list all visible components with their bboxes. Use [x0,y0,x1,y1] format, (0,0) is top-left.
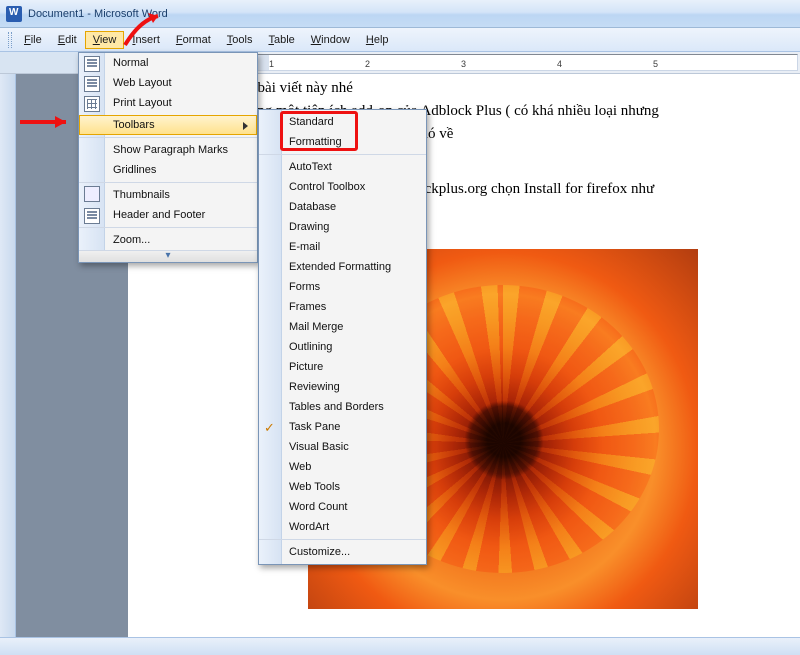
menu-item-show-paragraph-marks[interactable]: Show Paragraph Marks [79,137,257,160]
menu-item-web-layout[interactable]: Web Layout [79,73,257,93]
toolbars-item[interactable]: ✓Task Pane [259,417,426,437]
web-layout-icon [84,76,100,92]
check-icon: ✓ [264,420,280,436]
toolbars-item[interactable]: WordArt [259,517,426,537]
statusbar [0,637,800,655]
print-layout-icon [84,96,100,112]
menu-item-header-footer[interactable]: Header and Footer [79,205,257,225]
toolbars-item[interactable]: Formatting [259,132,426,152]
toolbars-submenu: StandardFormattingAutoTextControl Toolbo… [258,109,427,565]
toolbars-item[interactable]: Reviewing [259,377,426,397]
submenu-arrow-icon [243,122,248,130]
toolbars-item[interactable]: Picture [259,357,426,377]
toolbars-item[interactable]: Customize... [259,539,426,562]
menu-file[interactable]: File [16,31,50,49]
toolbars-item[interactable]: Drawing [259,217,426,237]
header-footer-icon [84,208,100,224]
ruler-tick: 1 [269,59,274,69]
normal-view-icon [84,56,100,72]
toolbars-item[interactable]: Standard [259,112,426,132]
toolbars-item[interactable]: Web [259,457,426,477]
toolbars-item[interactable]: Tables and Borders [259,397,426,417]
toolbars-item[interactable]: Database [259,197,426,217]
menu-item-zoom[interactable]: Zoom... [79,227,257,250]
menu-help[interactable]: Help [358,31,397,49]
menu-expand-chevron-icon[interactable]: ▾ [79,250,257,262]
ruler-tick: 5 [653,59,658,69]
menu-format[interactable]: Format [168,31,219,49]
toolbars-item[interactable]: Extended Formatting [259,257,426,277]
menu-table[interactable]: Table [260,31,302,49]
ruler-tick: 2 [365,59,370,69]
toolbar-grip-icon[interactable] [8,32,12,48]
menu-item-thumbnails[interactable]: Thumbnails [79,182,257,205]
window-title: Document1 - Microsoft Word [28,8,168,20]
menu-tools[interactable]: Tools [219,31,261,49]
menu-window[interactable]: Window [303,31,358,49]
toolbars-item[interactable]: Forms [259,277,426,297]
toolbars-item[interactable]: Control Toolbox [259,177,426,197]
thumbnails-icon [84,186,100,202]
toolbars-item[interactable]: Mail Merge [259,317,426,337]
toolbars-item[interactable]: Word Count [259,497,426,517]
toolbars-item[interactable]: AutoText [259,154,426,177]
toolbars-item[interactable]: E-mail [259,237,426,257]
toolbars-item[interactable]: Web Tools [259,477,426,497]
view-dropdown-menu: Normal Web Layout Print Layout Toolbars … [78,52,258,263]
menu-item-toolbars[interactable]: Toolbars [79,115,257,135]
menu-view[interactable]: View [85,31,125,49]
vertical-toolbar[interactable] [0,74,16,637]
menu-item-gridlines[interactable]: Gridlines [79,160,257,180]
menu-edit[interactable]: Edit [50,31,85,49]
toolbars-item[interactable]: Frames [259,297,426,317]
titlebar: Document1 - Microsoft Word [0,0,800,28]
toolbars-item[interactable]: Visual Basic [259,437,426,457]
word-app-icon [6,6,22,22]
menu-insert[interactable]: Insert [124,31,168,49]
menubar: File Edit View Insert Format Tools Table… [0,28,800,52]
toolbars-item[interactable]: Outlining [259,337,426,357]
menu-item-normal[interactable]: Normal [79,53,257,73]
ruler-tick: 4 [557,59,562,69]
ruler-tick: 3 [461,59,466,69]
menu-item-print-layout[interactable]: Print Layout [79,93,257,113]
